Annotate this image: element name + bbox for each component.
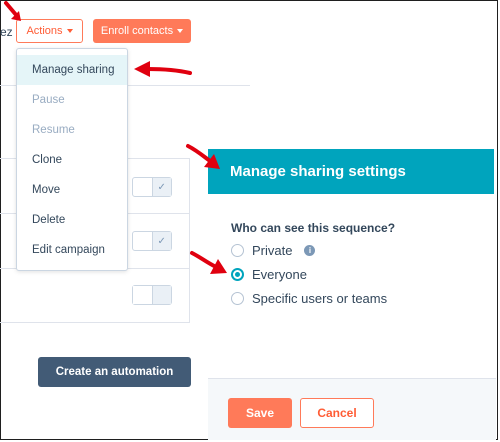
create-automation-button[interactable]: Create an automation	[38, 357, 191, 387]
red-arrow-icon	[134, 61, 192, 77]
radio-label: Private	[252, 243, 293, 258]
chevron-down-icon	[177, 29, 184, 33]
save-button[interactable]: Save	[228, 398, 292, 428]
actions-menu: Manage sharing Pause Resume Clone Move D…	[16, 48, 128, 271]
panel-title: Manage sharing settings	[230, 163, 406, 180]
check-icon: ✓	[152, 232, 171, 250]
check-icon: ✓	[152, 178, 171, 196]
sequence-toggle[interactable]: ✓	[132, 177, 172, 197]
cancel-button[interactable]: Cancel	[300, 398, 374, 428]
clipped-title-text: ez	[0, 25, 13, 39]
menu-item-move[interactable]: Move	[17, 175, 127, 205]
menu-item-resume: Resume	[32, 124, 75, 136]
menu-item-edit-campaign[interactable]: Edit campaign	[17, 235, 127, 265]
sequence-toggle-off[interactable]	[132, 285, 172, 305]
red-arrow-icon	[186, 144, 220, 169]
menu-item-manage-sharing[interactable]: Manage sharing	[17, 55, 127, 85]
radio-label: Specific users or teams	[252, 291, 388, 306]
radio-button-checked[interactable]	[231, 268, 244, 281]
sharing-panel-header: Manage sharing settings	[208, 149, 494, 194]
sequence-toggle[interactable]: ✓	[132, 231, 172, 251]
radio-label: Everyone	[252, 267, 307, 282]
radio-button[interactable]	[231, 244, 244, 257]
enroll-contacts-button[interactable]: Enroll contacts	[93, 19, 191, 43]
actions-label: Actions	[26, 25, 63, 37]
info-icon[interactable]: i	[304, 245, 316, 256]
radio-option-specific[interactable]: Specific users or teams	[231, 291, 387, 306]
red-arrow-icon	[190, 251, 227, 274]
menu-item-pause: Pause	[32, 94, 65, 106]
enroll-label: Enroll contacts	[100, 25, 174, 37]
chevron-down-icon	[66, 29, 73, 33]
menu-item-delete[interactable]: Delete	[17, 205, 127, 235]
radio-button[interactable]	[231, 292, 244, 305]
sharing-question: Who can see this sequence?	[231, 221, 396, 235]
red-arrow-icon	[4, 1, 21, 21]
radio-option-private[interactable]: Private i	[231, 243, 316, 258]
radio-option-everyone[interactable]: Everyone	[231, 267, 307, 282]
menu-item-clone[interactable]: Clone	[17, 145, 127, 175]
